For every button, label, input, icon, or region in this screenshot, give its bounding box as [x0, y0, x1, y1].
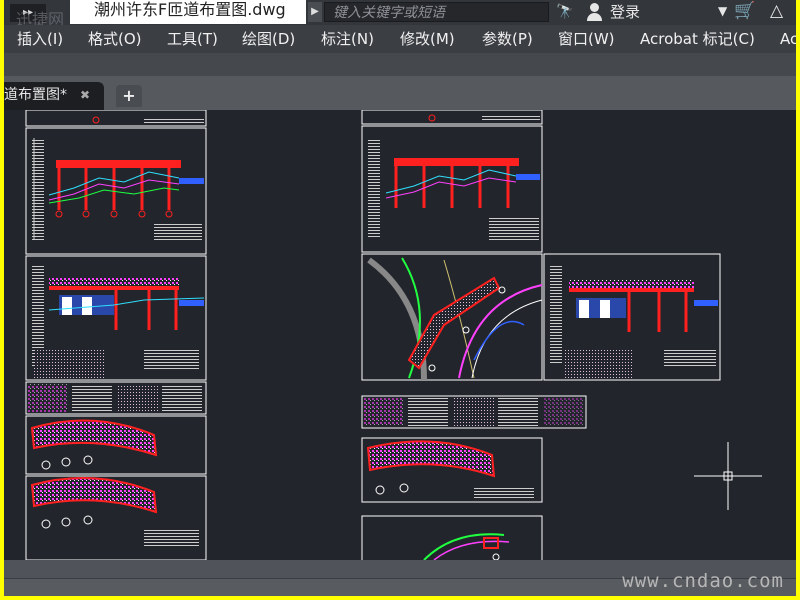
sheet-right-elevation-1 [361, 125, 543, 253]
menu-tools[interactable]: 工具(T) [167, 25, 218, 53]
crosshair-cursor [694, 442, 762, 510]
menu-draw[interactable]: 绘图(D) [242, 25, 295, 53]
drawing-tab-bar: 道布置图* ✖ + [4, 76, 796, 110]
sheet-left-plan-1 [25, 415, 207, 475]
status-bar: www.cndao.com [4, 560, 796, 596]
menu-bar: 插入(I) 格式(O) 工具(T) 绘图(D) 标注(N) 修改(M) 参数(P… [4, 25, 796, 53]
search-expand-icon[interactable]: ▶ [308, 2, 322, 22]
new-tab-button[interactable]: + [116, 85, 142, 107]
menu-insert[interactable]: 插入(I) [17, 25, 63, 53]
login-button[interactable]: 登录 [610, 2, 640, 22]
menu-window[interactable]: 窗口(W) [558, 25, 615, 53]
search-input[interactable]: 键入关键字或短语 [324, 2, 549, 22]
sheet-right-plan-1 [361, 437, 543, 503]
sheet-right-top [361, 110, 543, 125]
sheet-left-plan-2 [25, 475, 207, 560]
cad-drawing [25, 110, 762, 560]
watermark-site: www.cndao.com [622, 570, 784, 592]
binoculars-icon[interactable]: 🔭 [556, 3, 574, 21]
sheet-left-top [25, 110, 207, 127]
sheet-right-elevation-2 [543, 253, 721, 381]
title-bar: ▸▸ 迅捷网 潮州许东F匝道布置图.dwg ▶ 键入关键字或短语 🔭 登录 ▼ … [4, 0, 796, 29]
chevron-down-icon[interactable]: ▼ [718, 4, 727, 18]
menu-format[interactable]: 格式(O) [88, 25, 142, 53]
file-title: 潮州许东F匝道布置图.dwg [70, 0, 306, 24]
menu-dimension[interactable]: 标注(N) [321, 25, 374, 53]
sheet-right-detail-row [361, 395, 587, 429]
drawing-canvas[interactable] [4, 110, 796, 560]
cart-icon[interactable]: 🛒 [734, 1, 755, 21]
autocad-window: ▸▸ 迅捷网 潮州许东F匝道布置图.dwg ▶ 键入关键字或短语 🔭 登录 ▼ … [4, 0, 796, 596]
menu-acrobat[interactable]: Acrobat 标记(C) [640, 25, 755, 53]
exchange-icon[interactable]: △ [770, 1, 783, 21]
sheet-right-site-plan [361, 253, 543, 381]
close-icon[interactable]: ✖ [80, 86, 90, 104]
user-icon[interactable] [586, 2, 604, 22]
sheet-right-bottom [361, 515, 543, 560]
sheet-left-elevation-1 [25, 127, 207, 255]
ribbon-strip [4, 53, 796, 76]
tab-drawing[interactable]: 道布置图* ✖ [4, 82, 104, 110]
menu-parameter[interactable]: 参数(P) [482, 25, 533, 53]
sheet-left-detail-row [25, 381, 207, 415]
menu-modify[interactable]: 修改(M) [400, 25, 455, 53]
tab-drawing-label: 道布置图* [4, 87, 67, 103]
menu-ac-truncated[interactable]: Ac [780, 25, 796, 53]
sheet-left-elevation-2 [25, 255, 207, 381]
